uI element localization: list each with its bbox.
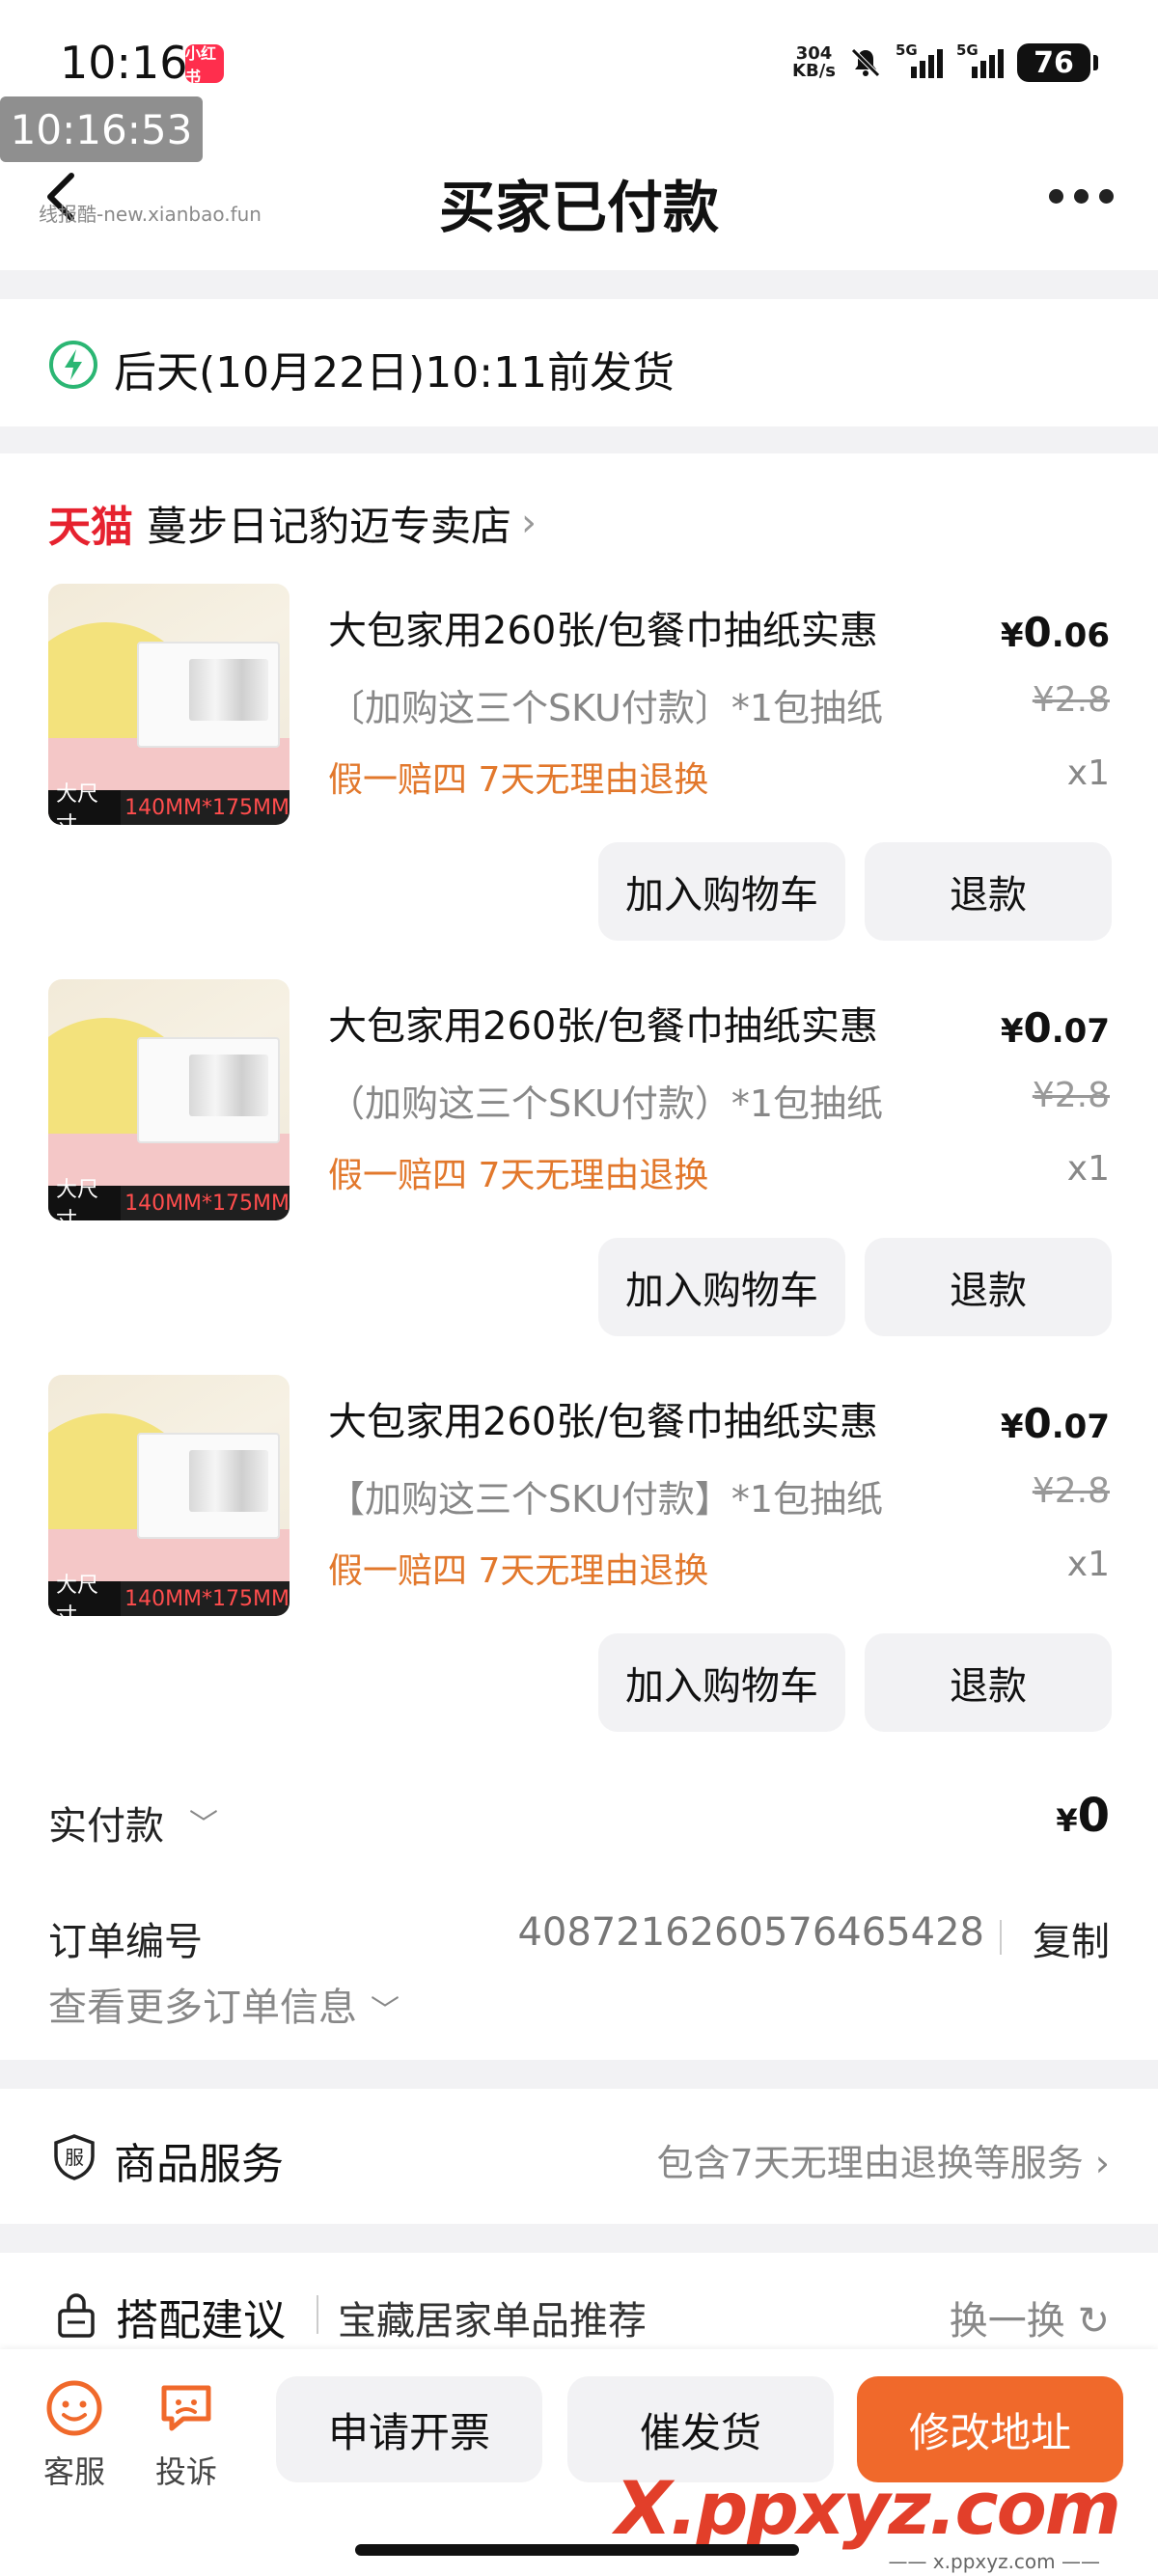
battery-icon: 76	[1017, 43, 1098, 82]
refresh-button[interactable]: 换一换 ↻	[950, 2289, 1110, 2345]
shop-name[interactable]: 蔓步日记豹迈专卖店	[147, 494, 511, 553]
product-guarantee: 假一赔四 7天无理由退换	[328, 1156, 709, 1195]
shop-header[interactable]: 天猫 蔓步日记豹迈专卖店 ›	[48, 492, 537, 554]
product-sku: （加购这三个SKU付款）*1包抽纸	[328, 1082, 884, 1125]
signal-5g-1-icon: 5G	[896, 41, 943, 78]
status-indicators: 304 KB/s 5G 5G 76	[792, 41, 1098, 85]
shipping-notice: 后天(10月22日)10:11前发货	[0, 299, 1158, 426]
overlay-clock: 10:16:53	[0, 96, 203, 162]
recommend-title: 搭配建议	[116, 2296, 286, 2345]
recommend-subtitle: 宝藏居家单品推荐	[338, 2299, 647, 2343]
complaint-icon	[161, 2385, 211, 2431]
signal-5g-2-icon: 5G	[956, 41, 1004, 78]
order-card: 天猫 蔓步日记豹迈专卖店 › 大尺寸140MM*175MM 大包家用260张/包…	[0, 453, 1158, 2060]
refund-button[interactable]: 退款	[865, 842, 1112, 941]
product-title[interactable]: 大包家用260张/包餐巾抽纸实惠	[328, 1390, 878, 1446]
order-number-row: 订单编号 4087216260576465428 复制	[48, 1910, 1110, 1968]
product-guarantee: 假一赔四 7天无理由退换	[328, 1551, 709, 1591]
tmall-logo: 天猫	[48, 503, 133, 552]
order-item: 大尺寸140MM*175MM 大包家用260张/包餐巾抽纸实惠 【加购这三个SK…	[0, 1375, 1158, 1770]
status-time: 10:16	[60, 37, 188, 89]
payment-row[interactable]: 实付款 ﹀ ¥0	[48, 1789, 1110, 1852]
add-to-cart-button[interactable]: 加入购物车	[598, 1238, 845, 1336]
divider	[1000, 1920, 1002, 1955]
bottom-action-bar: 客服 投诉 申请开票 催发货 修改地址 X.ppxyz.com —— x.ppx…	[0, 2349, 1158, 2576]
customer-service-icon	[46, 2380, 102, 2436]
add-to-cart-button[interactable]: 加入购物车	[598, 842, 845, 941]
add-to-cart-button[interactable]: 加入购物车	[598, 1633, 845, 1732]
order-item: 大尺寸140MM*175MM 大包家用260张/包餐巾抽纸实惠 （加购这三个SK…	[0, 979, 1158, 1375]
service-title: 商品服务	[114, 2140, 284, 2189]
order-number: 4087216260576465428	[517, 1910, 984, 1955]
service-shield-icon: 服	[54, 2134, 95, 2180]
page-title: 买家已付款	[438, 175, 719, 240]
product-sku: 〔加购这三个SKU付款〕*1包抽纸	[328, 687, 884, 729]
product-quantity: x1	[1066, 1545, 1110, 1584]
copy-button[interactable]: 复制	[1033, 1910, 1110, 1966]
order-number-label: 订单编号	[48, 1920, 203, 1964]
product-thumbnail[interactable]: 大尺寸140MM*175MM	[48, 979, 290, 1220]
service-description: 包含7天无理由退换等服务 ›	[656, 2142, 1110, 2184]
refund-button[interactable]: 退款	[865, 1238, 1112, 1336]
product-guarantee: 假一赔四 7天无理由退换	[328, 760, 709, 800]
xiaohongshu-app-icon: 小红书	[185, 44, 224, 86]
lightning-icon	[49, 341, 97, 389]
order-item: 大尺寸140MM*175MM 大包家用260张/包餐巾抽纸实惠 〔加购这三个SK…	[0, 584, 1158, 979]
product-thumbnail[interactable]: 大尺寸140MM*175MM	[48, 1375, 290, 1616]
product-quantity: x1	[1066, 1149, 1110, 1189]
complaint-button[interactable]: 投诉	[133, 2378, 239, 2492]
network-speed: 304 KB/s	[792, 43, 836, 81]
product-title[interactable]: 大包家用260张/包餐巾抽纸实惠	[328, 599, 878, 655]
home-indicator[interactable]	[355, 2544, 799, 2556]
shipping-deadline: 后天(10月22日)10:11前发货	[114, 348, 676, 397]
chevron-down-icon: ﹀	[189, 1808, 218, 1842]
site-watermark-sub: —— x.ppxyz.com ——	[888, 2550, 1100, 2573]
product-title[interactable]: 大包家用260张/包餐巾抽纸实惠	[328, 995, 878, 1051]
svg-text:服: 服	[65, 2146, 84, 2169]
more-order-info-link[interactable]: 查看更多订单信息 ﹀	[48, 1976, 400, 2032]
product-service-row[interactable]: 服 商品服务 包含7天无理由退换等服务 ›	[0, 2089, 1158, 2224]
site-watermark: X.ppxyz.com	[615, 2465, 1121, 2551]
more-options-icon[interactable]	[1049, 189, 1114, 204]
apply-invoice-button[interactable]: 申请开票	[276, 2376, 542, 2482]
refund-button[interactable]: 退款	[865, 1633, 1112, 1732]
bundle-icon	[58, 2293, 95, 2338]
product-price: ¥0.06	[1000, 609, 1110, 656]
product-quantity: x1	[1066, 754, 1110, 793]
mute-bell-icon	[851, 48, 880, 77]
product-price: ¥0.07	[1000, 1400, 1110, 1447]
original-price: ¥2.8	[1032, 680, 1110, 720]
payment-amount: ¥0	[1056, 1789, 1110, 1843]
product-thumbnail[interactable]: 大尺寸140MM*175MM	[48, 584, 290, 825]
original-price: ¥2.8	[1032, 1076, 1110, 1115]
product-price: ¥0.07	[1000, 1004, 1110, 1052]
product-sku: 【加购这三个SKU付款】*1包抽纸	[328, 1478, 884, 1521]
customer-service-button[interactable]: 客服	[21, 2378, 127, 2492]
refresh-icon: ↻	[1077, 2299, 1110, 2343]
divider	[317, 2295, 318, 2334]
payment-label: 实付款	[48, 1804, 164, 1849]
original-price: ¥2.8	[1032, 1471, 1110, 1511]
chevron-right-icon: ›	[521, 501, 538, 545]
chevron-down-icon: ﹀	[371, 1994, 400, 2028]
